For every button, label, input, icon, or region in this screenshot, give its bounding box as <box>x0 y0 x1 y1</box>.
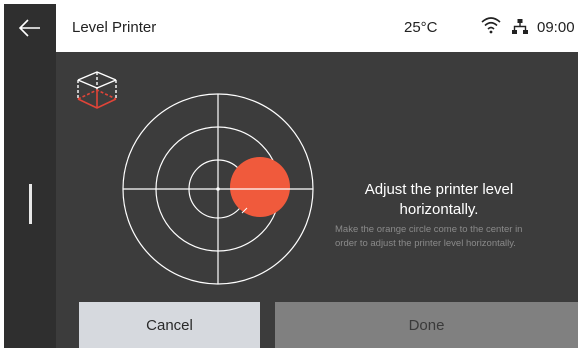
temperature-readout: 25°C <box>404 19 438 36</box>
target-center-dot <box>216 187 220 191</box>
instruction-heading: Adjust the printer level horizontally. <box>364 181 514 218</box>
header: Level Printer 25°C 09:00 <box>56 4 578 52</box>
wifi-icon <box>481 17 501 34</box>
arrow-left-icon <box>18 19 40 37</box>
cube-level-icon <box>77 71 117 109</box>
back-button[interactable] <box>4 4 56 52</box>
sidebar <box>4 4 56 348</box>
instruction-description: Make the orange circle come to the cente… <box>335 224 523 249</box>
sidebar-handle[interactable] <box>29 184 32 224</box>
clock: 09:00 <box>537 19 575 36</box>
network-icon <box>512 19 528 34</box>
page-title: Level Printer <box>72 19 157 36</box>
screen: Level Printer 25°C 09:00 Adjust the prin… <box>4 4 578 348</box>
level-indicator-dot <box>230 157 290 217</box>
done-button[interactable]: Done <box>275 302 578 348</box>
level-target <box>122 93 314 285</box>
cancel-button[interactable]: Cancel <box>79 302 260 348</box>
